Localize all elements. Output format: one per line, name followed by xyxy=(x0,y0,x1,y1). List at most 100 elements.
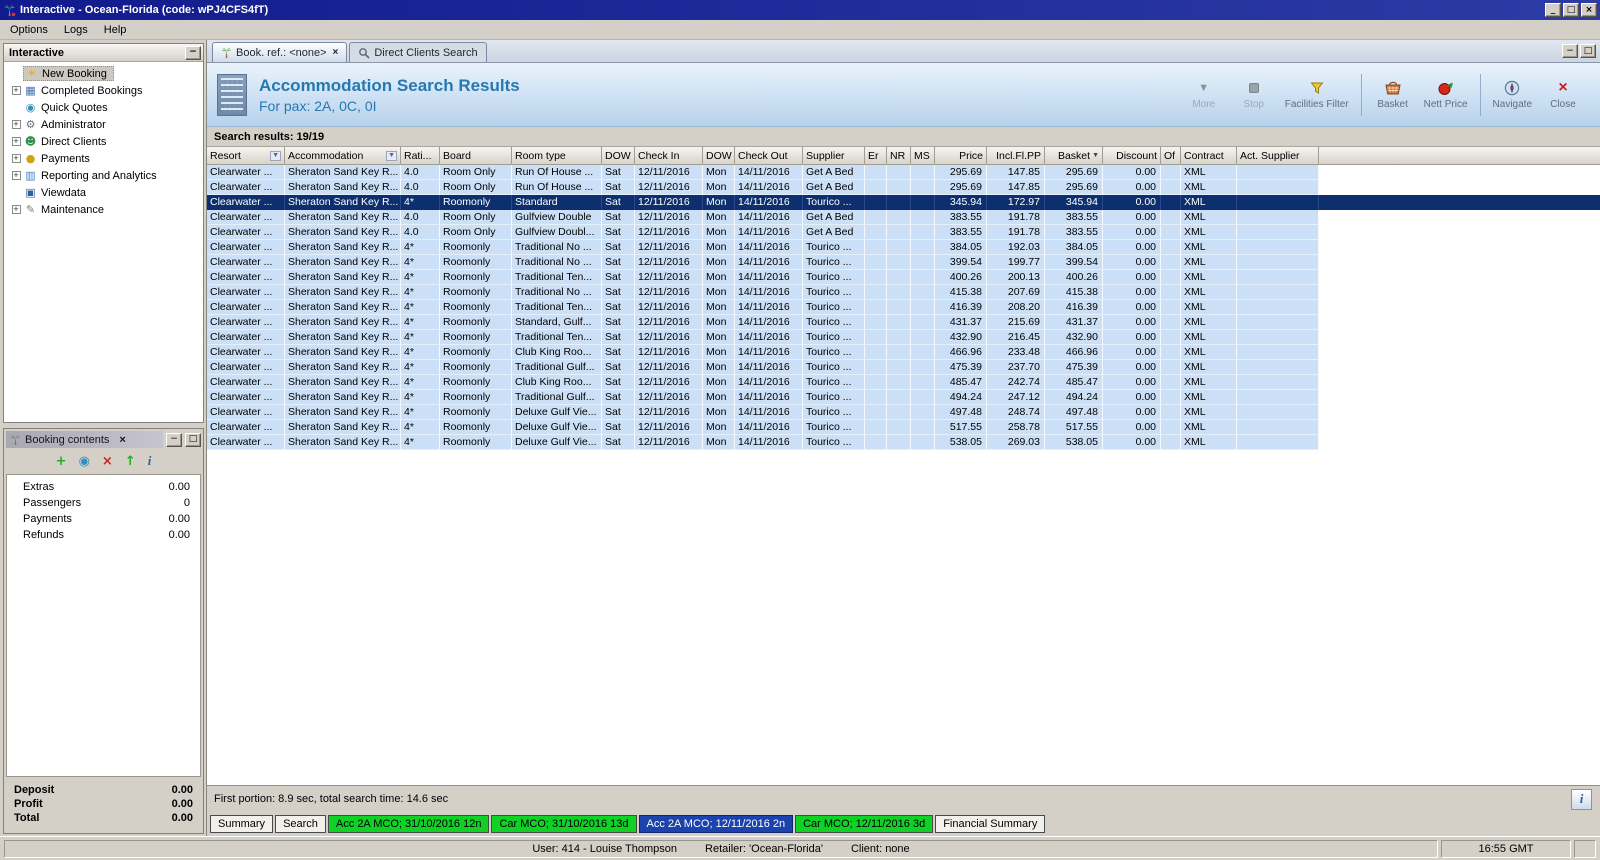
cell[interactable] xyxy=(1161,225,1181,240)
cell[interactable]: 172.97 xyxy=(987,195,1045,210)
cell[interactable]: 0.00 xyxy=(1103,405,1161,420)
cell[interactable]: Clearwater ... xyxy=(207,240,285,255)
cell[interactable]: Tourico ... xyxy=(803,315,865,330)
cell[interactable] xyxy=(865,390,887,405)
cell[interactable]: 12/11/2016 xyxy=(635,255,703,270)
cell[interactable]: 4.0 xyxy=(401,210,440,225)
cell[interactable]: 147.85 xyxy=(987,165,1045,180)
column-header-act-supplier[interactable]: Act. Supplier xyxy=(1237,147,1319,165)
cell[interactable] xyxy=(865,315,887,330)
cell[interactable]: XML xyxy=(1181,255,1237,270)
table-row[interactable]: Clearwater ... Sheraton Sand Key R... 4.0 R… xyxy=(207,210,1600,225)
table-row[interactable]: Clearwater ... Sheraton Sand Key R... 4* Ro… xyxy=(207,285,1600,300)
cell[interactable] xyxy=(911,375,935,390)
cell[interactable]: Clearwater ... xyxy=(207,210,285,225)
cell[interactable]: Club King Roo... xyxy=(512,345,602,360)
cell[interactable]: Deluxe Gulf Vie... xyxy=(512,420,602,435)
cell[interactable]: Sheraton Sand Key R... xyxy=(285,390,401,405)
mdi-minimize-button[interactable]: − xyxy=(1562,44,1578,58)
cell[interactable]: Sheraton Sand Key R... xyxy=(285,210,401,225)
cell[interactable]: 4* xyxy=(401,255,440,270)
cell[interactable]: Roomonly xyxy=(440,300,512,315)
cell[interactable]: Mon xyxy=(703,195,735,210)
cell[interactable]: Clearwater ... xyxy=(207,255,285,270)
cell[interactable]: Sheraton Sand Key R... xyxy=(285,360,401,375)
cell[interactable]: Clearwater ... xyxy=(207,315,285,330)
navigate-button[interactable]: Navigate xyxy=(1491,77,1534,112)
plus-icon[interactable]: + xyxy=(11,171,21,180)
cell[interactable]: Standard, Gulf... xyxy=(512,315,602,330)
cell[interactable]: Mon xyxy=(703,375,735,390)
expand-toggle[interactable]: + xyxy=(9,171,23,180)
cell[interactable]: 0.00 xyxy=(1103,210,1161,225)
tab-direct-clients-search[interactable]: Direct Clients Search xyxy=(349,42,487,62)
cell[interactable]: 0.00 xyxy=(1103,345,1161,360)
cell[interactable]: 383.55 xyxy=(935,210,987,225)
close-results-button[interactable]: × Close xyxy=(1542,77,1584,112)
cell[interactable]: 199.77 xyxy=(987,255,1045,270)
cell[interactable]: Mon xyxy=(703,225,735,240)
cell[interactable]: 258.78 xyxy=(987,420,1045,435)
cell[interactable]: Gulfview Doubl... xyxy=(512,225,602,240)
cell[interactable]: Traditional Ten... xyxy=(512,330,602,345)
cell[interactable] xyxy=(865,240,887,255)
cell[interactable]: Roomonly xyxy=(440,375,512,390)
cell[interactable]: 12/11/2016 xyxy=(635,405,703,420)
cell[interactable]: 14/11/2016 xyxy=(735,330,803,345)
cell[interactable] xyxy=(1161,435,1181,450)
cell[interactable] xyxy=(1161,285,1181,300)
cell[interactable] xyxy=(1161,405,1181,420)
bottom-tab-car-mco-31-10-2016-13d[interactable]: Car MCO; 31/10/2016 13d xyxy=(491,815,637,833)
cell[interactable]: Clearwater ... xyxy=(207,180,285,195)
cell[interactable] xyxy=(887,360,911,375)
info-button[interactable]: i xyxy=(1571,788,1592,810)
nett-price-button[interactable]: Nett Price xyxy=(1422,77,1470,112)
cell[interactable]: Sat xyxy=(602,210,635,225)
sidebar-item-new-booking[interactable]: ☀ New Booking xyxy=(4,65,203,82)
mdi-restore-button[interactable]: □ xyxy=(1580,44,1596,58)
bottom-tab-acc-2a-mco-31-10-2016-12n[interactable]: Acc 2A MCO; 31/10/2016 12n xyxy=(327,815,490,833)
cell[interactable]: Sheraton Sand Key R... xyxy=(285,420,401,435)
expand-toggle[interactable]: + xyxy=(9,205,23,214)
cell[interactable]: 466.96 xyxy=(935,345,987,360)
cell[interactable]: Mon xyxy=(703,285,735,300)
cell[interactable] xyxy=(1161,420,1181,435)
cell[interactable]: Sat xyxy=(602,375,635,390)
cell[interactable]: Roomonly xyxy=(440,255,512,270)
cell[interactable]: Roomonly xyxy=(440,360,512,375)
cell[interactable] xyxy=(887,180,911,195)
cell[interactable]: 215.69 xyxy=(987,315,1045,330)
cell[interactable]: Sat xyxy=(602,360,635,375)
cell[interactable]: XML xyxy=(1181,270,1237,285)
tab-book-ref[interactable]: Book. ref.: <none> × xyxy=(212,42,348,62)
cell[interactable]: XML xyxy=(1181,420,1237,435)
cell[interactable]: Sheraton Sand Key R... xyxy=(285,300,401,315)
cell[interactable]: 4* xyxy=(401,345,440,360)
cell[interactable] xyxy=(1237,360,1319,375)
cell[interactable]: XML xyxy=(1181,165,1237,180)
cell[interactable]: 497.48 xyxy=(935,405,987,420)
column-header-dow[interactable]: DOW xyxy=(703,147,735,165)
cell[interactable]: Sat xyxy=(602,180,635,195)
cell[interactable]: 14/11/2016 xyxy=(735,420,803,435)
column-header-rati[interactable]: Rati... xyxy=(401,147,440,165)
cell[interactable]: 207.69 xyxy=(987,285,1045,300)
cell[interactable]: XML xyxy=(1181,330,1237,345)
plus-icon[interactable]: + xyxy=(11,137,21,146)
cell[interactable]: 14/11/2016 xyxy=(735,390,803,405)
cell[interactable] xyxy=(1161,315,1181,330)
collapse-panel-button[interactable]: − xyxy=(185,45,201,60)
cell[interactable]: Run Of House ... xyxy=(512,165,602,180)
panel-minimize-button[interactable]: − xyxy=(166,432,182,447)
cell[interactable]: Sheraton Sand Key R... xyxy=(285,375,401,390)
cell[interactable]: Sat xyxy=(602,285,635,300)
cell[interactable] xyxy=(1237,375,1319,390)
cell[interactable]: 383.55 xyxy=(935,225,987,240)
column-header-resort[interactable]: Resort ▼ xyxy=(207,147,285,165)
cell[interactable]: Tourico ... xyxy=(803,435,865,450)
cell[interactable]: 0.00 xyxy=(1103,300,1161,315)
cell[interactable]: Sheraton Sand Key R... xyxy=(285,315,401,330)
cell[interactable]: 485.47 xyxy=(1045,375,1103,390)
cell[interactable] xyxy=(865,405,887,420)
filter-icon[interactable]: ▼ xyxy=(270,150,281,161)
